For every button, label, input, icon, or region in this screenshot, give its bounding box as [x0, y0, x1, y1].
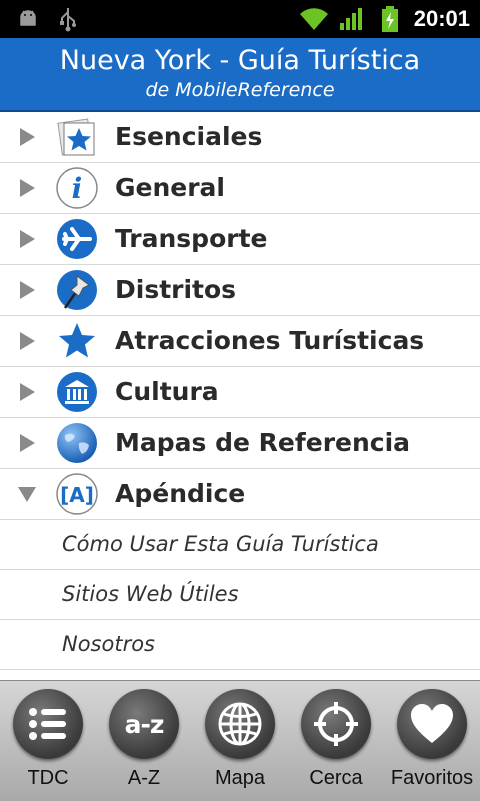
menu-item-label: Distritos: [115, 275, 237, 304]
app-header: Nueva York - Guía Turística de MobileRef…: [0, 38, 480, 112]
clock-time: 20:01: [413, 6, 470, 31]
expand-arrow-icon: [20, 281, 35, 299]
star-icon: [59, 323, 95, 358]
submenu-item-label: Nosotros: [62, 632, 156, 656]
toolbar-label: A-Z: [127, 767, 161, 789]
bottom-toolbar: TDC a-z A-Z Mapa Cerca Favoritos: [0, 680, 480, 801]
globe-wire-icon: [205, 689, 275, 759]
menu-item-mapas[interactable]: Mapas de Referencia: [0, 418, 480, 469]
toolbar-label: Favoritos: [390, 767, 474, 789]
svg-text:[A]: [A]: [60, 483, 94, 507]
essentials-star-icon: [57, 118, 95, 156]
expand-arrow-icon: [20, 128, 35, 146]
submenu-item-label: Cómo Usar Esta Guía Turística: [62, 532, 379, 556]
toolbar-label: TDC: [27, 767, 69, 789]
expand-arrow-icon: [20, 179, 35, 197]
expand-arrow-icon: [20, 383, 35, 401]
menu-item-atracciones[interactable]: Atracciones Turísticas: [0, 316, 480, 367]
heart-icon: [397, 689, 467, 759]
toolbar-az-button[interactable]: a-z A-Z: [96, 681, 192, 801]
toolbar-tdc-button[interactable]: TDC: [0, 681, 96, 801]
menu-item-label: Apéndice: [115, 479, 246, 508]
toolbar-label: Cerca: [309, 767, 363, 789]
crosshair-icon: [301, 689, 371, 759]
toolbar-mapa-button[interactable]: Mapa: [192, 681, 288, 801]
pushpin-icon: [57, 270, 97, 310]
android-debug-icon: [14, 0, 42, 38]
menu-item-label: Atracciones Turísticas: [115, 326, 425, 355]
usb-icon: [54, 0, 82, 38]
toolbar-cerca-button[interactable]: Cerca: [288, 681, 384, 801]
expand-arrow-icon: [20, 230, 35, 248]
appendix-icon: [A]: [56, 473, 98, 515]
svg-text:i: i: [72, 172, 83, 205]
museum-icon: [57, 372, 97, 412]
submenu-item-nosotros[interactable]: Nosotros: [0, 620, 480, 670]
menu-item-apendice[interactable]: [A] Apéndice: [0, 469, 480, 520]
submenu-item-sitios-web[interactable]: Sitios Web Útiles: [0, 570, 480, 620]
menu-item-general[interactable]: i General: [0, 163, 480, 214]
signal-icon: [336, 0, 368, 38]
menu-item-label: General: [115, 173, 225, 202]
menu-item-cultura[interactable]: Cultura: [0, 367, 480, 418]
guide-menu-list: Esenciales i General Transporte Distrito…: [0, 112, 480, 670]
menu-item-label: Mapas de Referencia: [115, 428, 411, 457]
globe-icon: [57, 423, 97, 463]
collapse-arrow-icon: [18, 487, 36, 502]
page-title: Nueva York - Guía Turística: [59, 45, 421, 76]
status-bar: 20:01: [0, 0, 480, 38]
az-icon: a-z: [109, 689, 179, 759]
menu-item-label: Esenciales: [115, 122, 263, 151]
toolbar-favoritos-button[interactable]: Favoritos: [384, 681, 480, 801]
list-icon: [13, 689, 83, 759]
battery-charging-icon: [376, 0, 404, 38]
airplane-icon: [57, 219, 97, 259]
menu-item-label: Transporte: [115, 224, 268, 253]
toolbar-label: Mapa: [214, 767, 266, 789]
menu-item-distritos[interactable]: Distritos: [0, 265, 480, 316]
expand-arrow-icon: [20, 332, 35, 350]
expand-arrow-icon: [20, 434, 35, 452]
menu-item-esenciales[interactable]: Esenciales: [0, 112, 480, 163]
info-icon: i: [56, 167, 98, 209]
wifi-icon: [296, 0, 332, 38]
submenu-item-como-usar[interactable]: Cómo Usar Esta Guía Turística: [0, 520, 480, 570]
submenu-item-label: Sitios Web Útiles: [62, 582, 239, 606]
menu-item-transporte[interactable]: Transporte: [0, 214, 480, 265]
menu-item-label: Cultura: [115, 377, 219, 406]
page-subtitle: de MobileReference: [145, 79, 335, 101]
